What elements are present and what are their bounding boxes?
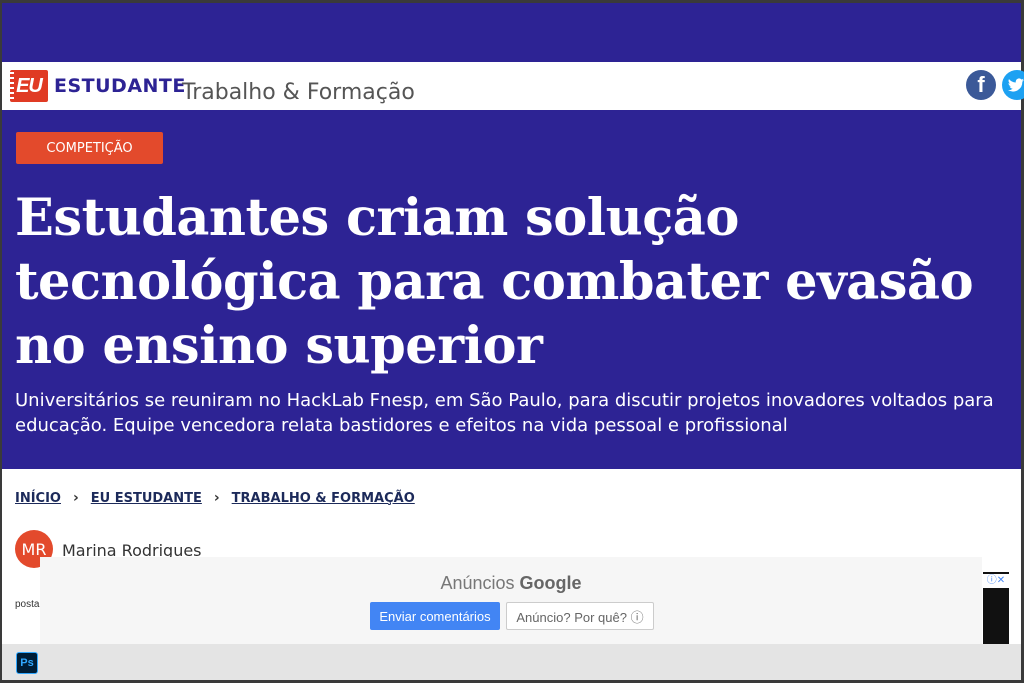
posted-label: posta (15, 599, 40, 610)
article-headline: Estudantes criam solução tecnológica par… (15, 188, 974, 376)
site-header: EU ESTUDANTE Trabalho & Formação f (2, 62, 1024, 110)
logo[interactable]: EU (10, 70, 48, 102)
why-this-ad-button[interactable]: Anúncio? Por quê? ⓘ (506, 602, 654, 630)
ad-title-prefix: Anúncios (440, 573, 515, 593)
ad-close-icon[interactable]: ⓘ✕ (983, 574, 1009, 588)
section-title[interactable]: Trabalho & Formação (182, 80, 415, 105)
bottom-strip (2, 644, 1021, 680)
photoshop-icon[interactable]: Ps (16, 652, 38, 674)
window-frame-top (0, 0, 1024, 3)
breadcrumb-eu-estudante[interactable]: EU ESTUDANTE (91, 491, 202, 506)
logo-text[interactable]: ESTUDANTE (54, 75, 186, 97)
breadcrumb-trabalho[interactable]: TRABALHO & FORMAÇÃO (232, 491, 415, 506)
breadcrumb: INÍCIO › EU ESTUDANTE › TRABALHO & FORMA… (15, 490, 415, 506)
logo-stripes (10, 72, 14, 100)
category-tag[interactable]: COMPETIÇÃO (16, 132, 163, 164)
ad-title: Anúncios Google (40, 573, 982, 594)
twitter-icon[interactable] (1002, 70, 1024, 100)
breadcrumb-home[interactable]: INÍCIO (15, 491, 61, 506)
chevron-right-icon: › (72, 490, 79, 506)
ad-title-brand: Google (519, 573, 582, 593)
facebook-icon[interactable]: f (966, 70, 996, 100)
send-feedback-button[interactable]: Enviar comentários (370, 602, 500, 630)
chevron-right-icon: › (213, 490, 220, 506)
logo-badge-text: EU (16, 74, 43, 97)
ad-panel: Anúncios Google Enviar comentários Anúnc… (40, 557, 982, 644)
article-subhead: Universitários se reuniram no HackLab Fn… (15, 390, 994, 436)
